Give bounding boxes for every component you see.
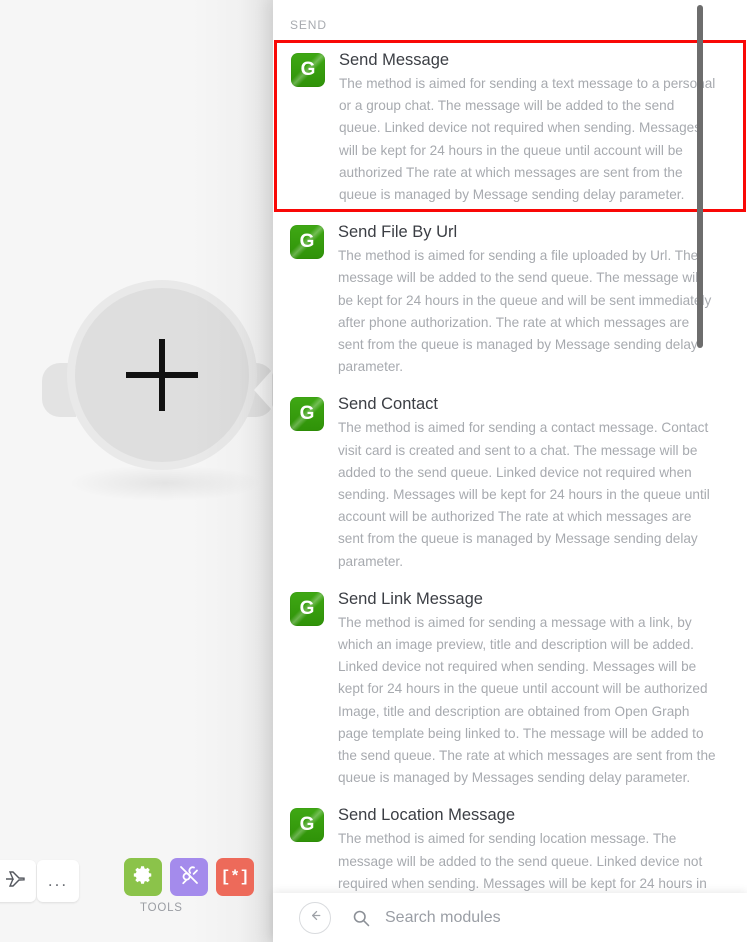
search-icon: [351, 908, 371, 928]
module-title: Send Location Message: [338, 806, 516, 825]
wrench-screwdriver-icon: [177, 863, 201, 892]
node-shadow: [70, 465, 260, 501]
module-picker-screen: ... [*] TOOLS SEND G Send Message The me…: [0, 0, 747, 942]
regex-icon: [*]: [220, 868, 250, 886]
arrow-left-circle-icon: [307, 907, 324, 929]
green-chat-app-icon: G: [290, 225, 324, 260]
modules-scrollbar-track[interactable]: [697, 0, 725, 893]
canvas-bottom-toolbar: ... [*] TOOLS: [0, 856, 280, 942]
tool-settings-button[interactable]: [124, 858, 162, 896]
tool-regex-button[interactable]: [*]: [216, 858, 254, 896]
green-chat-app-icon: G: [291, 53, 325, 87]
plus-icon: [126, 339, 198, 411]
green-chat-app-icon: G: [290, 808, 324, 843]
gear-icon: [132, 864, 154, 891]
tools-label: TOOLS: [140, 902, 183, 914]
module-description: The method is aimed for sending a text m…: [339, 76, 716, 203]
green-chat-app-icon: G: [290, 397, 324, 432]
back-button[interactable]: [299, 901, 331, 934]
scenario-canvas[interactable]: [0, 0, 280, 942]
search-bar: [273, 893, 747, 942]
module-title: Send Contact: [338, 395, 438, 414]
module-description: The method is aimed for sending a contac…: [338, 420, 710, 569]
modules-scrollbar-thumb[interactable]: [697, 5, 703, 348]
modules-panel: SEND G Send Message The method is aimed …: [273, 0, 747, 942]
more-button[interactable]: ...: [37, 860, 79, 902]
module-item-send-message[interactable]: G Send Message The method is aimed for s…: [274, 40, 746, 213]
tools-group: [*] TOOLS: [124, 858, 274, 914]
plane-button[interactable]: [0, 860, 36, 902]
module-item-send-link-message[interactable]: G Send Link Message The method is aimed …: [273, 579, 747, 796]
tool-tools-button[interactable]: [170, 858, 208, 896]
green-chat-app-icon: G: [290, 591, 324, 626]
module-title: Send Link Message: [338, 589, 483, 608]
node-connector-arrow-icon: [254, 370, 272, 410]
search-input[interactable]: [383, 907, 731, 928]
module-description: The method is aimed for sending a messag…: [338, 614, 716, 786]
module-description: The method is aimed for sending location…: [338, 831, 707, 891]
section-header-send: SEND: [290, 18, 327, 32]
module-item-send-location-message[interactable]: G Send Location Message The method is ai…: [273, 795, 747, 893]
paper-plane-icon: [3, 867, 27, 896]
ellipsis-icon: ...: [47, 871, 69, 890]
module-item-send-contact[interactable]: G Send Contact The method is aimed for s…: [273, 384, 747, 578]
module-item-send-file-by-url[interactable]: G Send File By Url The method is aimed f…: [273, 212, 747, 384]
module-title: Send Message: [339, 51, 450, 69]
modules-scroll-area[interactable]: SEND G Send Message The method is aimed …: [273, 0, 747, 893]
add-module-node[interactable]: [22, 255, 280, 527]
node-inner-circle[interactable]: [75, 288, 249, 462]
module-list: G Send Message The method is aimed for s…: [273, 40, 747, 893]
module-description: The method is aimed for sending a file u…: [338, 248, 712, 375]
module-title: Send File By Url: [338, 223, 458, 242]
